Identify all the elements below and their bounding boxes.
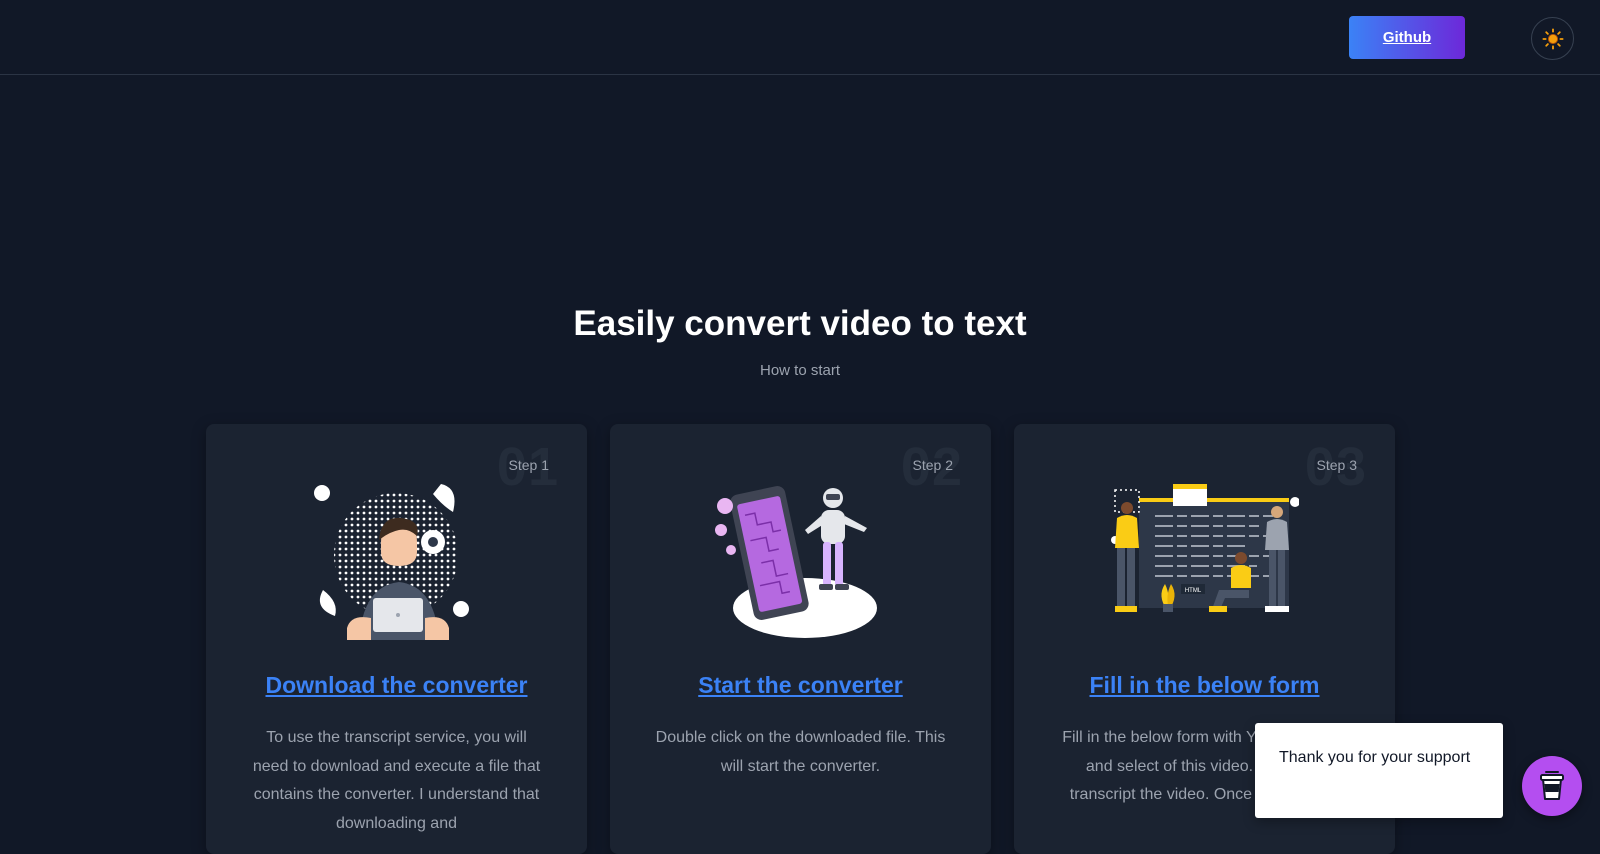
developer-laptop-illustration xyxy=(314,484,469,640)
step-card-2: 02 Step 2 Start the converter Double cli… xyxy=(610,424,991,854)
step-label: Step 2 xyxy=(912,457,953,473)
svg-text:HTML: HTML xyxy=(1185,588,1202,594)
step-label: Step 3 xyxy=(1316,457,1357,473)
team-code-illustration: HTML xyxy=(1111,484,1299,612)
page-subtitle: How to start xyxy=(759,362,841,379)
step-card-1: 01 Step 1 Download the converter To use … xyxy=(206,424,587,854)
robot-phone-illustration xyxy=(715,486,877,638)
github-button[interactable]: Github xyxy=(1349,16,1465,59)
support-toast: Thank you for your support xyxy=(1255,723,1503,818)
start-converter-link[interactable]: Start the converter xyxy=(610,672,991,699)
buy-me-a-coffee-button[interactable] xyxy=(1522,756,1582,816)
step-label: Step 1 xyxy=(508,457,549,473)
theme-toggle-button[interactable] xyxy=(1531,17,1574,60)
top-navbar: Github xyxy=(0,0,1600,75)
fill-form-link[interactable]: Fill in the below form xyxy=(1014,672,1395,699)
sun-icon xyxy=(1541,27,1564,50)
download-converter-link[interactable]: Download the converter xyxy=(206,672,587,699)
step-description: Double click on the downloaded file. Thi… xyxy=(655,729,946,775)
page-title: Easily convert video to text xyxy=(573,304,1027,343)
coffee-cup-icon xyxy=(1540,771,1564,800)
step-description: To use the transcript service, you will … xyxy=(252,729,541,832)
toast-message: Thank you for your support xyxy=(1279,749,1471,766)
